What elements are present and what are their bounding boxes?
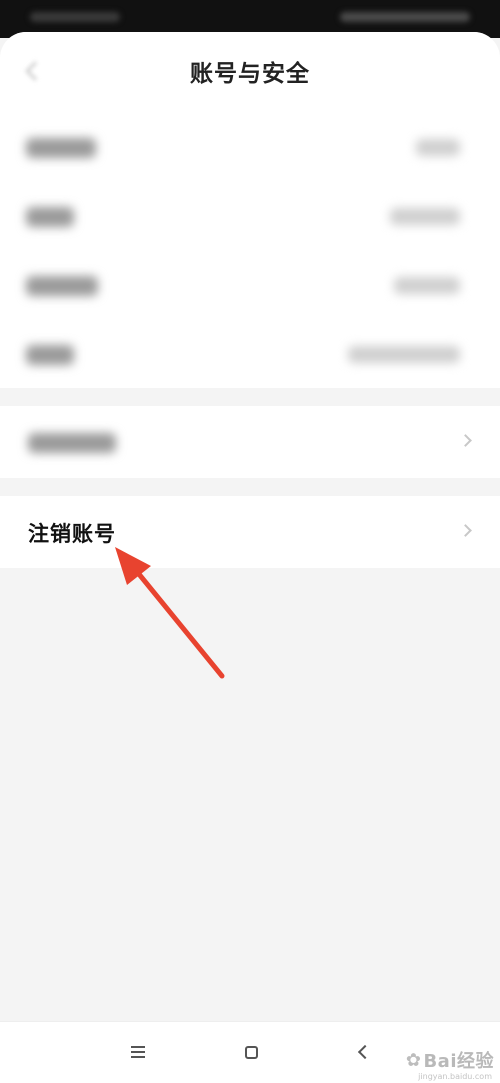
settings-row-4[interactable]	[0, 319, 500, 388]
page-title: 账号与安全	[190, 61, 310, 87]
blurred-label	[26, 207, 74, 227]
settings-nav-row-blurred[interactable]	[0, 406, 500, 478]
status-icons-blurred	[340, 12, 470, 22]
baidu-jingyan-watermark: ✿ Bai经验	[406, 1047, 494, 1073]
menu-button[interactable]	[124, 1038, 152, 1066]
status-time-blurred	[30, 12, 120, 22]
section-divider	[0, 478, 500, 496]
blurred-value	[416, 139, 460, 156]
chevron-right-icon	[459, 524, 472, 537]
blurred-value	[348, 346, 460, 363]
settings-row-3[interactable]	[0, 250, 500, 319]
blurred-row-content	[0, 406, 500, 478]
account-security-sheet: 账号与安全 注销账号	[0, 32, 500, 1052]
account-info-group	[0, 112, 500, 388]
blurred-label	[26, 138, 96, 158]
blurred-value	[390, 208, 460, 225]
section-divider	[0, 388, 500, 406]
delete-account-row[interactable]: 注销账号	[0, 496, 500, 568]
watermark-subtext: jingyan.baidu.com	[418, 1072, 492, 1081]
system-navigation-bar: ✿ Bai经验 jingyan.baidu.com	[0, 1021, 500, 1083]
blurred-label	[26, 345, 74, 365]
paw-icon: ✿	[405, 1049, 422, 1071]
settings-row-2[interactable]	[0, 181, 500, 250]
phone-screen: 账号与安全 注销账号 ✿ Bai经验 jingyan.baidu.com	[0, 0, 500, 1083]
settings-row-1[interactable]	[0, 112, 500, 181]
system-back-button[interactable]	[349, 1038, 377, 1066]
header: 账号与安全	[0, 32, 500, 112]
back-icon	[357, 1044, 373, 1060]
home-icon	[244, 1045, 258, 1059]
blurred-label	[26, 276, 98, 296]
delete-account-label: 注销账号	[28, 522, 116, 546]
watermark-text: Bai经验	[423, 1051, 494, 1072]
home-button[interactable]	[237, 1038, 265, 1066]
blurred-value	[394, 277, 460, 294]
blurred-label	[28, 433, 116, 453]
menu-icon	[131, 1046, 145, 1058]
